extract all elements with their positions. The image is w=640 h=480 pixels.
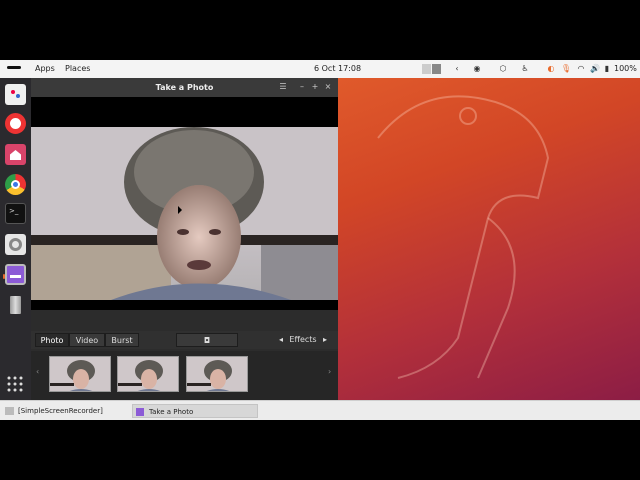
record-icon[interactable]: ◉ xyxy=(472,63,482,75)
thumbs-scroll-right-icon[interactable]: › xyxy=(328,367,331,376)
taskbar-item-label: [SimpleScreenRecorder] xyxy=(18,407,103,415)
mode-toolbar: Photo Video Burst ◘ ◂ Effects ▸ xyxy=(31,331,338,349)
photo-thumbnail[interactable] xyxy=(186,356,248,392)
wallpaper-mascot-outline xyxy=(377,95,550,379)
take-photo-button[interactable]: ◘ xyxy=(176,333,238,347)
settings-icon[interactable] xyxy=(5,234,26,255)
terminal-icon[interactable]: >_ xyxy=(5,203,26,224)
close-icon[interactable]: × xyxy=(322,81,334,93)
minimize-icon[interactable]: – xyxy=(296,81,308,93)
home-folder-icon[interactable] xyxy=(5,144,26,165)
top-panel: Apps Places 6 Oct 17:08 ‹ ◉ ⬡ ♿ ◐ 🎙 ◠ 🔊 … xyxy=(0,60,640,78)
accessibility-icon[interactable]: ♿ xyxy=(520,63,530,75)
camera-viewport xyxy=(31,97,338,310)
battery-icon[interactable]: ▮ xyxy=(602,63,612,75)
taskbar-item-label: Take a Photo xyxy=(149,408,194,416)
microphone-icon[interactable]: 🎙 xyxy=(561,63,571,75)
help-icon[interactable] xyxy=(5,113,26,134)
camera-feed-image xyxy=(31,127,338,300)
menu-bar-icon xyxy=(7,66,21,69)
wifi-icon[interactable]: ◠ xyxy=(576,63,586,75)
clock[interactable]: 6 Oct 17:08 xyxy=(314,60,361,78)
taskbar-item-take-a-photo[interactable]: Take a Photo xyxy=(132,404,258,418)
thumbnail-strip: ‹ › xyxy=(31,351,338,400)
camera-feed xyxy=(31,127,338,300)
video-mode-button[interactable]: Video xyxy=(69,333,105,347)
take-a-photo-window: Take a Photo ☰ – + × Photo Video Burst ◘… xyxy=(31,78,338,400)
bottom-taskbar: [SimpleScreenRecorder] Take a Photo xyxy=(0,400,640,420)
software-center-icon[interactable] xyxy=(5,84,26,105)
mouse-cursor-icon xyxy=(178,206,182,214)
effects-next-icon[interactable]: ▸ xyxy=(319,333,331,347)
dropbox-icon[interactable]: ⬡ xyxy=(498,63,508,75)
photo-thumbnail[interactable] xyxy=(117,356,179,392)
back-arrow-icon[interactable]: ‹ xyxy=(452,63,462,75)
maximize-icon[interactable]: + xyxy=(309,81,321,93)
window-title: Take a Photo xyxy=(155,83,214,92)
dock: >_ xyxy=(0,78,31,400)
camera-shutter-icon: ◘ xyxy=(203,336,211,345)
chrome-icon[interactable] xyxy=(5,174,26,195)
photo-thumbnail[interactable] xyxy=(49,356,111,392)
photo-mode-button[interactable]: Photo xyxy=(35,333,69,347)
taskbar-item-simplescreenrecorder[interactable]: [SimpleScreenRecorder] xyxy=(2,404,128,418)
effects-button[interactable]: Effects xyxy=(287,333,319,347)
cheese-camera-icon[interactable] xyxy=(3,264,26,285)
activities-button[interactable] xyxy=(6,60,22,78)
workspace-switcher-icon[interactable] xyxy=(422,63,442,75)
trash-icon[interactable] xyxy=(5,294,26,315)
window-titlebar[interactable]: Take a Photo ☰ – + × xyxy=(31,78,338,97)
thumbs-scroll-left-icon[interactable]: ‹ xyxy=(36,367,39,376)
apps-menu[interactable]: Apps xyxy=(35,60,55,78)
burst-mode-button[interactable]: Burst xyxy=(105,333,139,347)
screen-recorder-icon[interactable]: ◐ xyxy=(546,63,556,75)
battery-percent[interactable]: 100% xyxy=(614,60,637,78)
show-applications-icon[interactable] xyxy=(5,374,26,395)
volume-icon[interactable]: 🔊 xyxy=(590,63,600,75)
hamburger-menu-icon[interactable]: ☰ xyxy=(277,81,289,93)
desktop-wallpaper xyxy=(338,78,640,400)
places-menu[interactable]: Places xyxy=(65,60,90,78)
effects-prev-icon[interactable]: ◂ xyxy=(275,333,287,347)
window-icon xyxy=(5,407,14,415)
cheese-icon xyxy=(136,408,144,416)
